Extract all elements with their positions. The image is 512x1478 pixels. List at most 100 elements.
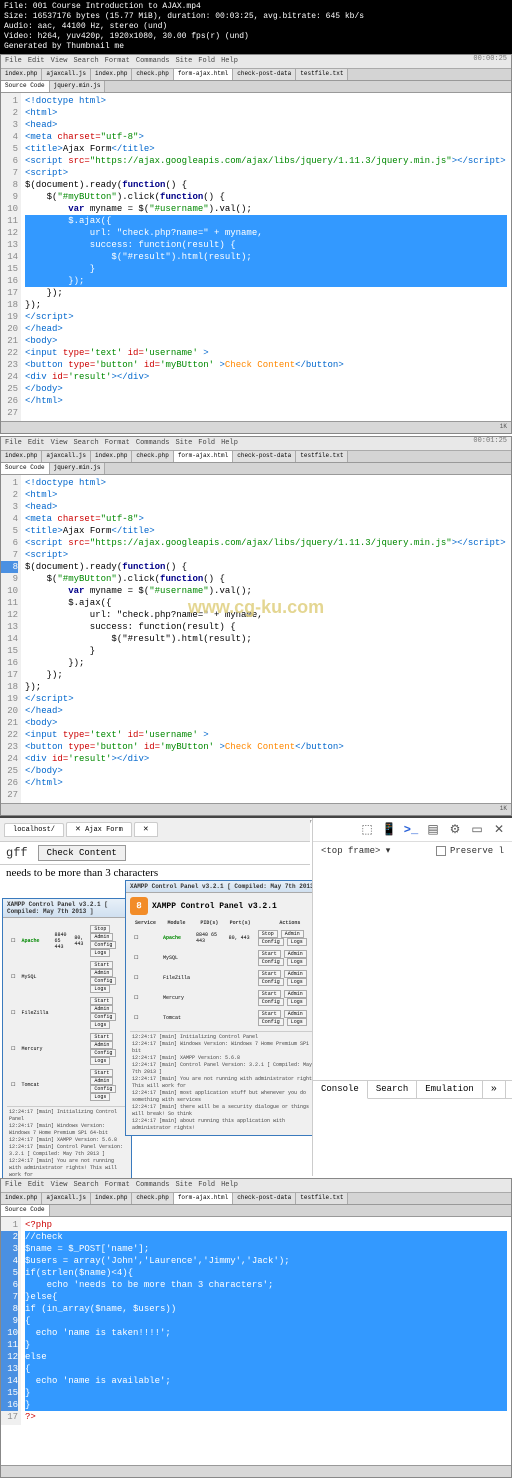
xampp-admin-button[interactable]: Admin bbox=[90, 969, 113, 977]
xampp-admin-button[interactable]: Admin bbox=[284, 1010, 307, 1018]
code-content[interactable]: <?php//check$name = $_POST['name'];$user… bbox=[21, 1217, 511, 1425]
menu-file[interactable]: File bbox=[5, 1181, 22, 1190]
file-tab[interactable]: testfile.txt bbox=[296, 1193, 348, 1204]
xampp-logs-button[interactable]: Logs bbox=[287, 978, 307, 986]
drawer-icon[interactable]: ▤ bbox=[426, 823, 440, 837]
xampp-start-button[interactable]: Start bbox=[90, 1069, 113, 1077]
file-tab[interactable]: index.php bbox=[91, 451, 132, 462]
xampp-admin-button[interactable]: Admin bbox=[284, 990, 307, 998]
tabbar[interactable]: index.phpajaxcall.jsindex.phpcheck.phpfo… bbox=[1, 69, 511, 81]
menu-file[interactable]: File bbox=[5, 57, 22, 66]
file-tab[interactable]: check.php bbox=[132, 69, 173, 80]
menu-view[interactable]: View bbox=[51, 57, 68, 66]
menubar[interactable]: FileEditViewSearchFormatCommandsSiteFold… bbox=[1, 1179, 511, 1193]
menu-help[interactable]: Help bbox=[221, 1181, 238, 1190]
xampp-logs-button[interactable]: Logs bbox=[90, 1021, 110, 1029]
menu-search[interactable]: Search bbox=[73, 1181, 98, 1190]
file-tab[interactable]: testfile.txt bbox=[296, 451, 348, 462]
menubar[interactable]: FileEditViewSearchFormatCommandsSiteFold… bbox=[1, 55, 511, 69]
menu-search[interactable]: Search bbox=[73, 439, 98, 448]
xampp-config-button[interactable]: Config bbox=[258, 938, 284, 946]
console-icon[interactable]: >_ bbox=[404, 823, 418, 837]
xampp-config-button[interactable]: Config bbox=[90, 941, 116, 949]
xampp-admin-button[interactable]: Admin bbox=[284, 950, 307, 958]
menu-fold[interactable]: Fold bbox=[198, 1181, 215, 1190]
file-tab[interactable]: form-ajax.html bbox=[174, 69, 233, 80]
xampp-config-button[interactable]: Config bbox=[90, 1049, 116, 1057]
xampp-admin-button[interactable]: Admin bbox=[281, 930, 304, 938]
file-tab[interactable]: index.php bbox=[91, 69, 132, 80]
xampp-start-button[interactable]: Start bbox=[258, 970, 281, 978]
xampp-config-button[interactable]: Config bbox=[90, 1013, 116, 1021]
dock-icon[interactable]: ▭ bbox=[470, 823, 484, 837]
browser-tabs[interactable]: localhost/ ✕ Ajax Form ✕ bbox=[0, 818, 310, 842]
xampp-start-button[interactable]: Start bbox=[90, 997, 113, 1005]
file-tab[interactable]: check.php bbox=[132, 451, 173, 462]
preserve-log-checkbox[interactable] bbox=[436, 846, 446, 856]
menu-edit[interactable]: Edit bbox=[28, 1181, 45, 1190]
menu-commands[interactable]: Commands bbox=[136, 57, 170, 66]
file-tab[interactable]: ajaxcall.js bbox=[42, 451, 91, 462]
xampp-logs-button[interactable]: Logs bbox=[90, 1057, 110, 1065]
menu-file[interactable]: File bbox=[5, 439, 22, 448]
menu-help[interactable]: Help bbox=[221, 439, 238, 448]
xampp-admin-button[interactable]: Admin bbox=[90, 933, 113, 941]
file-tab[interactable]: check.php bbox=[132, 1193, 173, 1204]
file-tab[interactable]: index.php bbox=[1, 451, 42, 462]
xampp-config-button[interactable]: Config bbox=[90, 1085, 116, 1093]
xampp-start-button[interactable]: Start bbox=[258, 1010, 281, 1018]
xampp-logs-button[interactable]: Logs bbox=[90, 949, 110, 957]
xampp-start-button[interactable]: Start bbox=[258, 950, 281, 958]
frame-selector[interactable]: <top frame> ▾ bbox=[321, 846, 390, 856]
menu-site[interactable]: Site bbox=[175, 1181, 192, 1190]
xampp-log[interactable]: 12:24:17 [main] Initializing Control Pan… bbox=[130, 1031, 326, 1131]
menu-site[interactable]: Site bbox=[175, 57, 192, 66]
file-tab[interactable]: form-ajax.html bbox=[174, 451, 233, 462]
file-tab[interactable]: ajaxcall.js bbox=[42, 69, 91, 80]
xampp-logs-button[interactable]: Logs bbox=[287, 958, 307, 966]
xampp-logs-button[interactable]: Logs bbox=[90, 1093, 110, 1101]
check-content-button[interactable]: Check Content bbox=[38, 845, 126, 861]
tabbar[interactable]: index.phpajaxcall.jsindex.phpcheck.phpfo… bbox=[1, 451, 511, 463]
menu-format[interactable]: Format bbox=[105, 439, 130, 448]
file-tab[interactable]: index.php bbox=[1, 1193, 42, 1204]
xampp-stop-button[interactable]: Stop bbox=[90, 925, 110, 933]
file-tab[interactable]: check-post-data bbox=[233, 451, 296, 462]
menu-edit[interactable]: Edit bbox=[28, 57, 45, 66]
xampp-config-button[interactable]: Config bbox=[258, 1018, 284, 1026]
inspect-icon[interactable]: ⬚ bbox=[360, 823, 374, 837]
file-tab[interactable]: check-post-data bbox=[233, 1193, 296, 1204]
file-tab[interactable]: check-post-data bbox=[233, 69, 296, 80]
device-icon[interactable]: 📱 bbox=[382, 823, 396, 837]
xampp-admin-button[interactable]: Admin bbox=[284, 970, 307, 978]
file-tab[interactable]: form-ajax.html bbox=[174, 1193, 233, 1204]
xampp-window-small[interactable]: XAMPP Control Panel v3.2.1 [ Compiled: M… bbox=[2, 898, 132, 1211]
menu-view[interactable]: View bbox=[51, 439, 68, 448]
xampp-logs-button[interactable]: Logs bbox=[287, 998, 307, 1006]
xampp-config-button[interactable]: Config bbox=[258, 998, 284, 1006]
file-tab[interactable]: index.php bbox=[91, 1193, 132, 1204]
menu-format[interactable]: Format bbox=[105, 1181, 130, 1190]
xampp-admin-button[interactable]: Admin bbox=[90, 1005, 113, 1013]
file-tab[interactable]: index.php bbox=[1, 69, 42, 80]
xampp-config-button[interactable]: Config bbox=[258, 958, 284, 966]
menu-help[interactable]: Help bbox=[221, 57, 238, 66]
xampp-start-button[interactable]: Start bbox=[258, 990, 281, 998]
xampp-logs-button[interactable]: Logs bbox=[287, 1018, 307, 1026]
tab-console[interactable]: Console bbox=[313, 1081, 368, 1099]
xampp-config-button[interactable]: Config bbox=[90, 977, 116, 985]
xampp-admin-button[interactable]: Admin bbox=[90, 1041, 113, 1049]
code-content[interactable]: <!doctype html><html><head><meta charset… bbox=[21, 93, 511, 421]
menu-fold[interactable]: Fold bbox=[198, 439, 215, 448]
code-content[interactable]: <!doctype html><html><head><meta charset… bbox=[21, 475, 511, 803]
tabs-more-icon[interactable]: » bbox=[483, 1081, 506, 1098]
menu-commands[interactable]: Commands bbox=[136, 439, 170, 448]
xampp-start-button[interactable]: Start bbox=[90, 961, 113, 969]
xampp-config-button[interactable]: Config bbox=[258, 978, 284, 986]
xampp-logs-button[interactable]: Logs bbox=[287, 938, 307, 946]
xampp-logs-button[interactable]: Logs bbox=[90, 985, 110, 993]
close-icon[interactable]: ✕ bbox=[492, 823, 506, 837]
file-tab[interactable]: testfile.txt bbox=[296, 69, 348, 80]
menu-format[interactable]: Format bbox=[105, 57, 130, 66]
file-tab[interactable]: ajaxcall.js bbox=[42, 1193, 91, 1204]
